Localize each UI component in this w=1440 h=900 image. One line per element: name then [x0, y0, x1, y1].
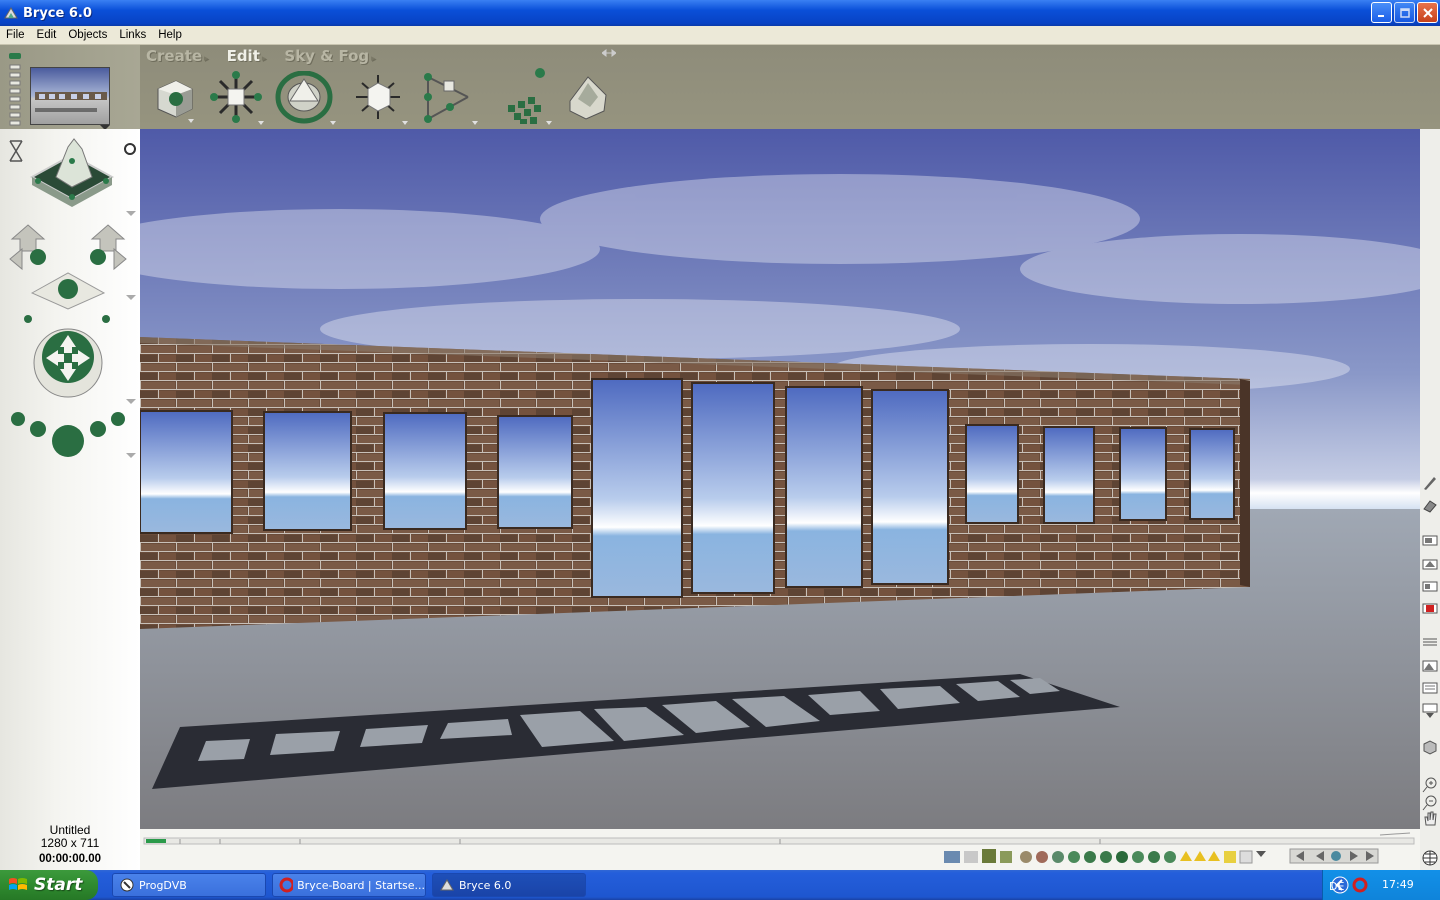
animation-timeline: [140, 829, 1420, 870]
progdvb-icon: [120, 878, 134, 892]
view-icon-2[interactable]: [1422, 557, 1438, 571]
menu-file[interactable]: File: [0, 29, 31, 41]
right-tool-panel: [1420, 129, 1440, 870]
window-title: Bryce 6.0: [23, 5, 92, 21]
view-icon[interactable]: [1422, 533, 1438, 547]
rotate-cube-icon[interactable]: [148, 71, 204, 127]
opera-tray-icon[interactable]: [1351, 876, 1369, 894]
task-bryce-board[interactable]: Bryce-Board | Startse...: [272, 873, 426, 897]
lines-icon[interactable]: [1422, 637, 1438, 647]
language-indicator[interactable]: DE: [1329, 880, 1344, 893]
bryce-task-icon: [440, 879, 454, 891]
windows-logo-icon: [9, 878, 27, 890]
render-red-icon[interactable]: [1422, 601, 1438, 615]
menu-bar: File Edit Objects Links Help: [0, 26, 1440, 45]
scene-name: Untitled: [49, 823, 91, 837]
top-left-area: [0, 45, 140, 131]
view-icon-3[interactable]: [1422, 579, 1438, 593]
camera-panel: Untitled 1280 x 711 00:00:00.00: [0, 129, 140, 870]
rendered-scene: [140, 129, 1420, 829]
zoom-menu-arrow-icon[interactable]: [126, 453, 136, 459]
terrain-sm-icon[interactable]: [1422, 659, 1438, 673]
title-bar: Bryce 6.0: [0, 0, 1440, 26]
scene-time: 00:00:00.00: [38, 853, 102, 865]
view-control-ladder[interactable]: [7, 51, 23, 131]
list-icon[interactable]: [1422, 681, 1438, 695]
align-chain-icon[interactable]: [420, 71, 484, 127]
minimize-icon: [1377, 14, 1384, 17]
camera-move-icon[interactable]: [8, 223, 128, 331]
menu-help[interactable]: Help: [152, 29, 188, 41]
scene-resolution: 1280 x 711: [40, 836, 100, 850]
timeline-graphic[interactable]: [140, 829, 1420, 870]
down-icon[interactable]: [1422, 703, 1438, 719]
close-button[interactable]: [1417, 2, 1438, 23]
expand-icon[interactable]: [602, 49, 616, 57]
menu-links[interactable]: Links: [113, 29, 152, 41]
nano-preview[interactable]: [30, 67, 110, 125]
scene-viewport[interactable]: [140, 129, 1420, 829]
randomize-grid-icon[interactable]: [500, 65, 560, 127]
start-button[interactable]: Start: [0, 870, 98, 900]
maximize-button[interactable]: [1394, 2, 1415, 23]
globe-icon[interactable]: [1421, 849, 1439, 867]
cube-sm-icon[interactable]: [1422, 739, 1438, 755]
view-menu-arrow-icon[interactable]: [126, 211, 136, 217]
edit-palette: Create ▸ Edit ▸ Sky & Fog ▸: [140, 45, 1440, 129]
view-radio-icon[interactable]: [124, 143, 136, 155]
tab-create[interactable]: Create ▸: [146, 47, 209, 65]
opera-icon: [279, 877, 294, 893]
move-menu-arrow-icon[interactable]: [126, 295, 136, 301]
clock[interactable]: 17:49: [1382, 878, 1414, 891]
camera-trackball-icon[interactable]: [8, 139, 24, 163]
tab-sky-fog[interactable]: Sky & Fog ▸: [284, 47, 375, 65]
task-bryce[interactable]: Bryce 6.0: [432, 873, 586, 897]
terrain-icon[interactable]: [564, 71, 612, 127]
close-icon: [1422, 7, 1433, 18]
brush-icon[interactable]: [1422, 475, 1438, 491]
bryce-app-icon: [4, 7, 18, 19]
task-progdvb[interactable]: ProgDVB: [112, 873, 266, 897]
view-cube-icon[interactable]: [26, 137, 118, 223]
reposition-cube-icon[interactable]: [350, 71, 414, 127]
eraser-icon[interactable]: [1422, 499, 1438, 513]
resize-star-icon[interactable]: [206, 71, 266, 127]
menu-edit[interactable]: Edit: [31, 29, 63, 41]
zoom-dots-icon[interactable]: [8, 407, 128, 465]
tab-edit[interactable]: Edit ▸: [227, 47, 267, 65]
maximize-icon: [1399, 7, 1410, 18]
nano-preview-image: [35, 92, 107, 112]
torus-icon[interactable]: [274, 71, 338, 127]
hand-icon[interactable]: [1422, 811, 1438, 827]
zoom-out-icon[interactable]: [1422, 795, 1438, 811]
zoom-in-icon[interactable]: [1422, 777, 1438, 793]
minimize-button[interactable]: [1371, 2, 1392, 23]
taskbar: Start ProgDVB Bryce-Board | Startse... B…: [0, 870, 1440, 900]
menu-objects[interactable]: Objects: [62, 29, 113, 41]
trackball-menu-arrow-icon[interactable]: [126, 399, 136, 405]
trackball-icon[interactable]: [30, 327, 106, 399]
